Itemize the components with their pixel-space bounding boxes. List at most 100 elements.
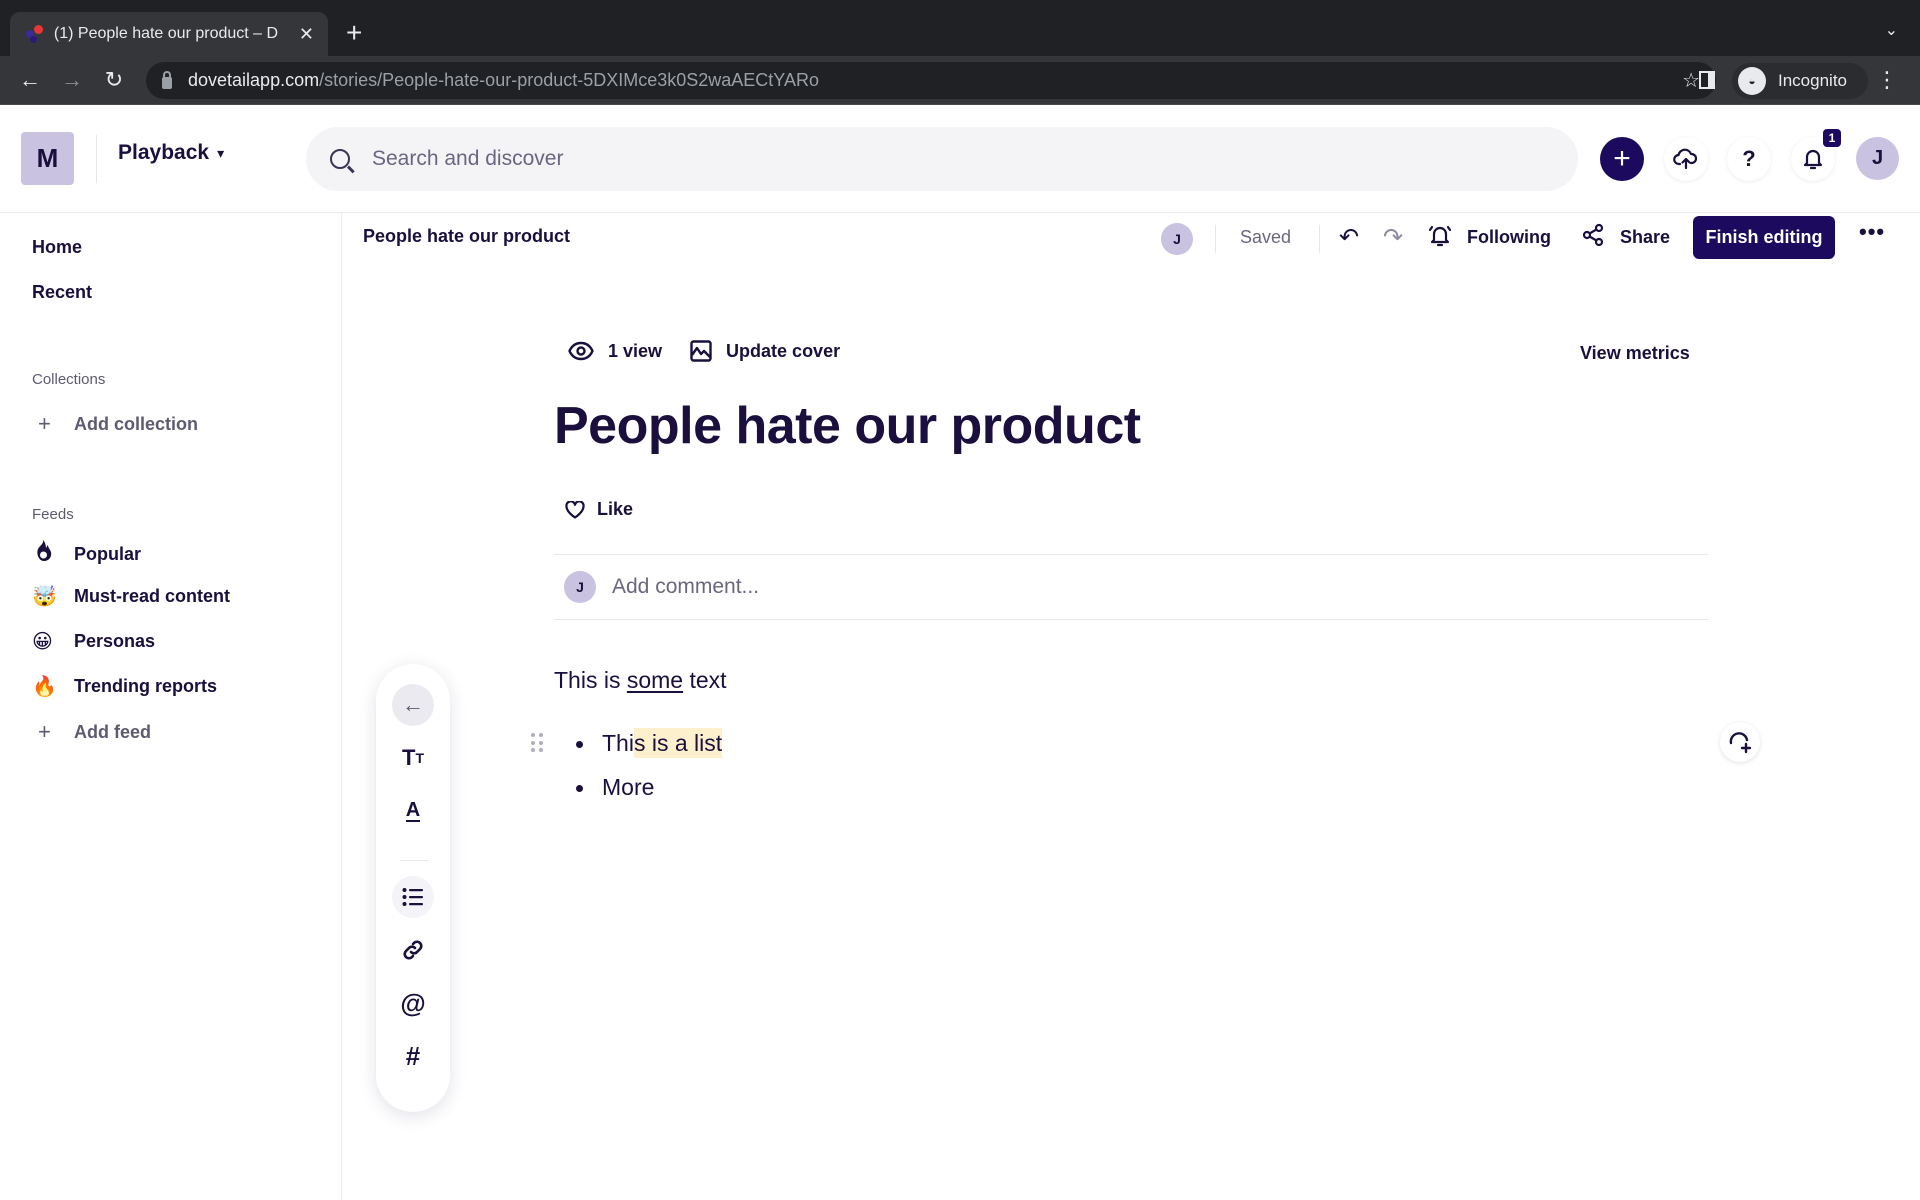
upload-button[interactable] (1664, 137, 1708, 181)
workspace-switcher[interactable]: Playback ▾ (118, 141, 224, 165)
feeds-heading: Feeds (32, 506, 74, 523)
search-input[interactable] (372, 147, 1472, 171)
undo-icon[interactable]: ↶ (1339, 223, 1359, 252)
incognito-label: Incognito (1778, 71, 1847, 90)
comment-composer: J (554, 554, 1708, 620)
breadcrumb[interactable]: People hate our product (363, 226, 570, 247)
user-avatar[interactable]: J (1856, 137, 1899, 180)
notifications-button[interactable]: 1 (1791, 129, 1841, 181)
browser-tab-bar: (1) People hate our product – D ✕ + ⌄ (0, 0, 1920, 56)
share-button[interactable]: Share (1620, 227, 1670, 248)
cloud-upload-icon (1673, 148, 1698, 170)
document-meta: 1 view Update cover (568, 340, 868, 362)
side-panel-icon[interactable] (1699, 71, 1715, 89)
tab-search-chevron-icon[interactable]: ⌄ (1885, 20, 1898, 40)
views-indicator[interactable]: 1 view (568, 341, 662, 362)
url-field[interactable]: dovetailapp.com/stories/People-hate-our-… (146, 62, 1716, 99)
document-title[interactable]: People hate our product (554, 396, 1141, 456)
update-cover-button[interactable]: Update cover (690, 340, 840, 362)
exploding-head-emoji-icon: 🤯 (32, 586, 57, 608)
browser-menu-icon[interactable]: ⋮ (1876, 66, 1898, 94)
views-label: 1 view (608, 340, 663, 361)
link-icon[interactable] (392, 929, 434, 971)
tag-hash-icon[interactable]: # (392, 1035, 434, 1077)
sidebar-item-home[interactable]: Home (32, 237, 82, 258)
list-item-text: More (602, 774, 655, 800)
comment-input[interactable] (612, 575, 1612, 599)
following-bell-icon[interactable] (1427, 223, 1453, 256)
bullet-list-icon[interactable] (392, 876, 434, 918)
list-item[interactable]: This is a list (576, 727, 723, 771)
view-metrics-link[interactable]: View metrics (1580, 343, 1690, 364)
sidebar-item-personas[interactable]: 😀 Personas (32, 629, 155, 654)
search-icon (330, 149, 350, 169)
finish-editing-button[interactable]: Finish editing (1693, 216, 1835, 259)
question-mark-icon: ? (1742, 146, 1756, 171)
sidebar-item-label: Popular (74, 543, 142, 564)
tab-close-icon[interactable]: ✕ (299, 24, 314, 45)
paragraph-text: text (683, 667, 727, 693)
like-label: Like (597, 499, 634, 519)
sidebar-item-popular[interactable]: Popular (32, 539, 141, 569)
mention-icon[interactable]: @ (392, 982, 434, 1024)
lock-icon (162, 70, 172, 89)
sidebar-item-must-read[interactable]: 🤯 Must-read content (32, 584, 230, 609)
header-divider (96, 135, 97, 183)
workspace-avatar[interactable]: M (21, 132, 74, 185)
help-button[interactable]: ? (1727, 137, 1771, 181)
incognito-profile-button[interactable]: ◒ Incognito (1732, 63, 1868, 99)
bell-icon (1803, 149, 1823, 170)
create-button[interactable]: + (1600, 137, 1644, 181)
forward-arrow-icon[interactable]: → (56, 64, 88, 96)
back-arrow-icon[interactable]: ← (14, 64, 46, 96)
add-collection-button[interactable]: + Add collection (38, 411, 198, 437)
browser-tab[interactable]: (1) People hate our product – D ✕ (10, 12, 328, 56)
add-collection-label: Add collection (74, 413, 199, 434)
notification-badge: 1 (1823, 129, 1841, 147)
url-path: /stories/People-hate-our-product-5DXIMce… (319, 70, 819, 90)
toolbar-separator (400, 860, 428, 861)
eye-icon (568, 341, 594, 361)
plus-icon: + (38, 719, 51, 744)
redo-icon[interactable]: ↷ (1383, 223, 1403, 252)
search-bar[interactable] (306, 127, 1578, 191)
save-status: Saved (1240, 227, 1292, 247)
body-paragraph[interactable]: This is some text (554, 667, 727, 694)
bookmark-star-icon[interactable]: ☆ (1682, 68, 1700, 93)
sidebar-item-trending-reports[interactable]: 🔥 Trending reports (32, 674, 217, 699)
drag-handle[interactable] (531, 733, 543, 753)
like-button[interactable]: Like (565, 499, 633, 520)
following-button[interactable]: Following (1467, 227, 1551, 248)
toolbar-divider (1319, 225, 1320, 253)
toolbar-divider (1215, 225, 1216, 253)
add-feed-label: Add feed (74, 721, 152, 742)
collections-heading: Collections (32, 371, 106, 388)
text-size-icon[interactable]: TT (392, 737, 434, 779)
update-cover-label: Update cover (726, 340, 841, 361)
image-icon (690, 340, 712, 362)
url-host: dovetailapp.com (188, 70, 320, 90)
sidebar-item-recent[interactable]: Recent (32, 282, 92, 303)
sidebar: Home Recent Collections + Add collection… (0, 213, 342, 1200)
sidebar-item-label: Trending reports (74, 676, 218, 696)
plus-icon: + (38, 411, 51, 436)
dovetail-favicon-icon (24, 24, 44, 44)
reload-icon[interactable]: ↻ (98, 64, 130, 96)
share-icon[interactable] (1581, 223, 1605, 254)
collaborator-avatar[interactable]: J (1161, 223, 1193, 255)
sidebar-item-label: Personas (74, 631, 156, 651)
list-item[interactable]: More (576, 771, 722, 815)
add-highlight-icon (1729, 732, 1752, 754)
new-tab-button[interactable]: + (346, 14, 362, 52)
heart-icon (565, 500, 585, 519)
add-block-button[interactable] (1720, 722, 1760, 762)
highlighted-text: s is a list (633, 728, 723, 758)
add-feed-button[interactable]: + Add feed (38, 719, 151, 745)
chevron-down-icon: ▾ (217, 144, 225, 161)
tab-title: (1) People hate our product – D (53, 25, 279, 42)
paragraph-text: This is (554, 667, 627, 693)
more-options-icon[interactable]: ••• (1859, 219, 1885, 245)
text-color-icon[interactable]: A (392, 790, 434, 832)
grinning-face-emoji-icon: 😀 (32, 631, 53, 653)
back-arrow-icon[interactable]: ← (392, 684, 434, 726)
